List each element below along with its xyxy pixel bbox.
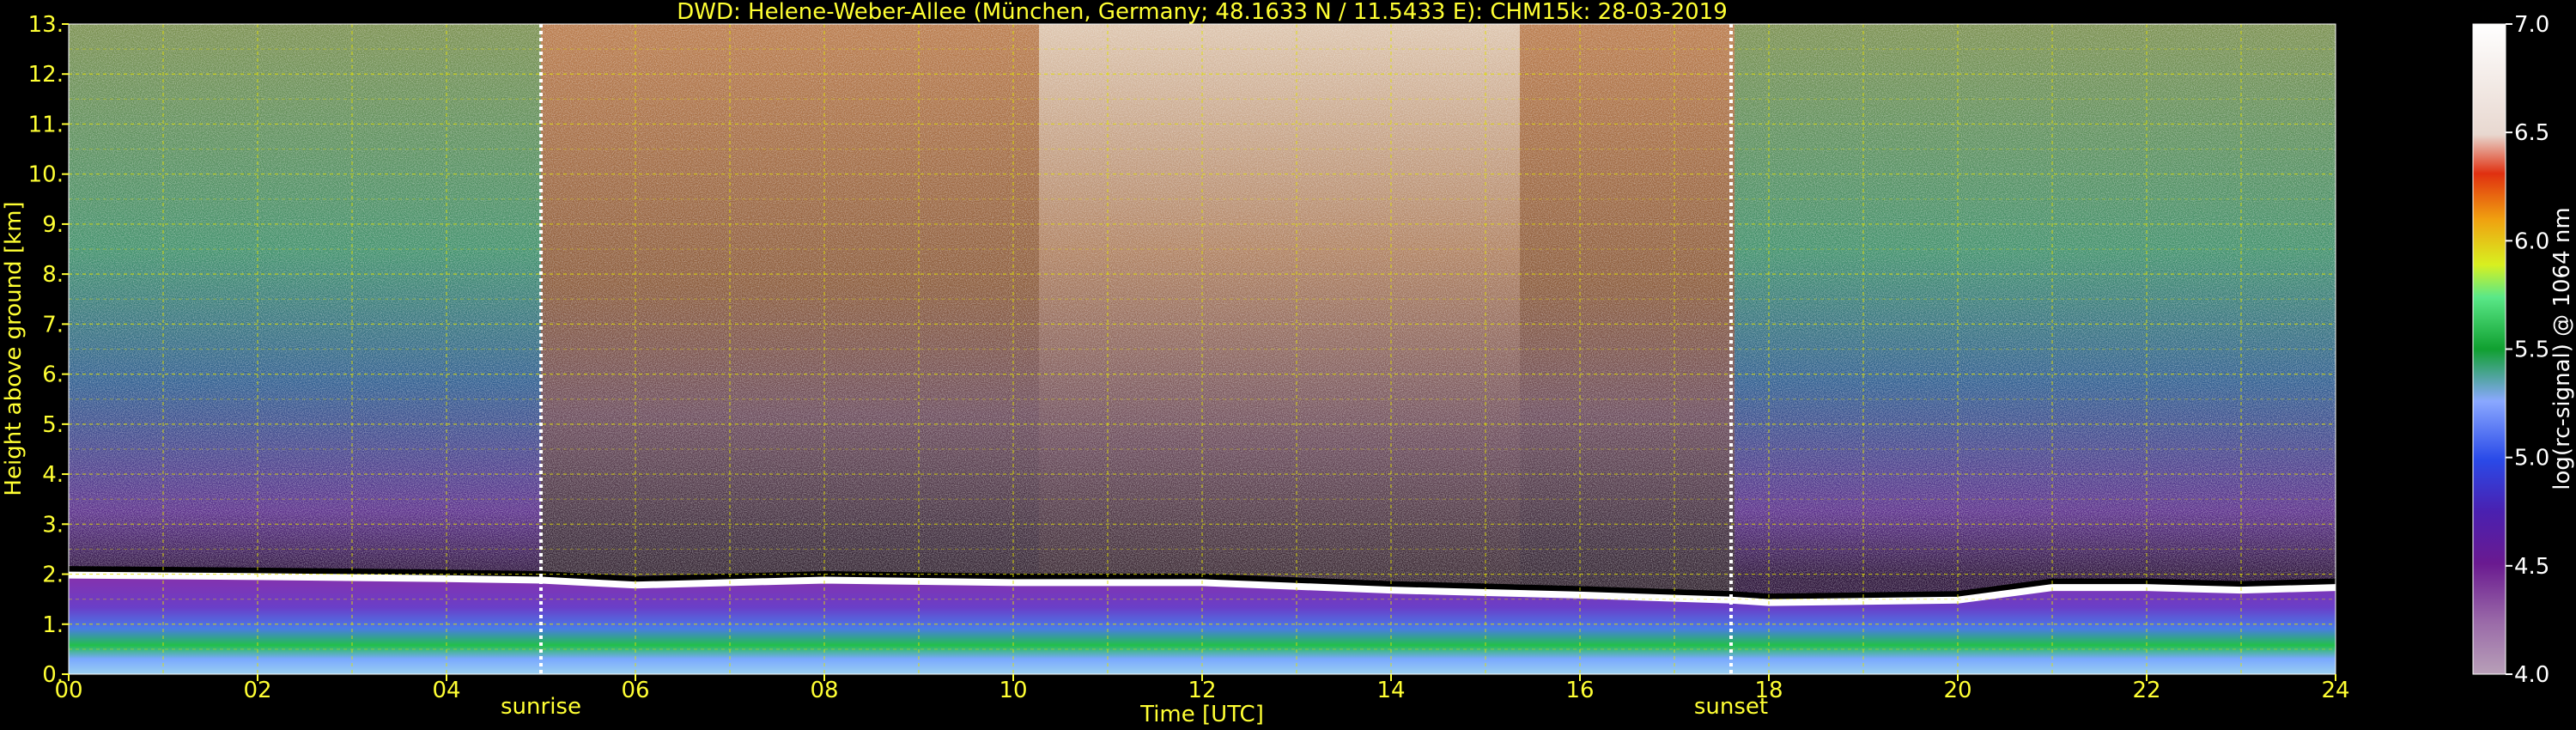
y-tick-label: 4. [42, 462, 64, 488]
x-tick-label: 12 [1188, 678, 1216, 703]
x-tick-label: 14 [1376, 678, 1405, 703]
colorbar-tick-label: 6.5 [2514, 120, 2549, 146]
y-tick-label: 7. [42, 312, 64, 338]
x-tick-label: 02 [243, 678, 271, 703]
x-axis-label: Time [UTC] [1139, 702, 1264, 727]
x-tick-label: 22 [2132, 678, 2160, 703]
y-tick-label: 10. [28, 162, 64, 188]
y-axis: 0.1.2.3.4.5.6.7.8.9.10.11.12.13. [28, 12, 69, 688]
colorbar-tick-label: 6.0 [2514, 228, 2549, 254]
sunset-label: sunset [1694, 694, 1768, 720]
colorbar-label: log(rc-signal) @ 1064 nm [2549, 207, 2575, 490]
sunrise-label: sunrise [501, 694, 581, 720]
x-tick-label: 04 [432, 678, 460, 703]
y-tick-label: 3. [42, 512, 64, 538]
y-tick-label: 12. [28, 62, 64, 88]
colorbar-tick-label: 5.5 [2514, 338, 2549, 363]
y-tick-label: 1. [42, 612, 64, 638]
plot-area [69, 24, 2336, 674]
y-tick-label: 13. [28, 12, 64, 38]
y-tick-label: 8. [42, 262, 64, 288]
colorbar-tick-label: 5.0 [2514, 446, 2549, 471]
colorbar-tick-label: 7.0 [2514, 12, 2549, 38]
colorbar: 4.0 4.5 5.0 5.5 6.0 6.5 7.0 log(rc-signal) @ 1… [2472, 12, 2575, 688]
ceilometer-chart: 0.1.2.3.4.5.6.7.8.9.10.11.12.13. 00 02 04 0… [1, 0, 2575, 727]
x-tick-label: 00 [54, 678, 82, 703]
x-tick-label: 16 [1565, 678, 1594, 703]
x-axis: 00 02 04 06 08 10 12 14 16 18 20 22 24 [54, 674, 2350, 703]
x-tick-label: 06 [621, 678, 649, 703]
y-tick-label: 9. [42, 212, 64, 238]
colorbar-gradient [2472, 23, 2506, 675]
chart-title: DWD: Helene-Weber-Allee (München, German… [677, 0, 1728, 25]
y-tick-label: 6. [42, 362, 64, 388]
y-tick-label: 11. [28, 112, 64, 137]
x-tick-label: 20 [1943, 678, 1971, 703]
x-tick-label: 24 [2321, 678, 2349, 703]
colorbar-tick-label: 4.5 [2514, 554, 2549, 580]
y-tick-label: 5. [42, 412, 64, 438]
colorbar-tick-label: 4.0 [2514, 662, 2549, 688]
y-axis-label: Height above ground [km] [1, 201, 27, 496]
y-tick-label: 2. [42, 563, 64, 588]
x-tick-label: 10 [999, 678, 1027, 703]
x-tick-label: 08 [810, 678, 838, 703]
colorbar-ticks: 4.0 4.5 5.0 5.5 6.0 6.5 7.0 [2506, 12, 2549, 688]
